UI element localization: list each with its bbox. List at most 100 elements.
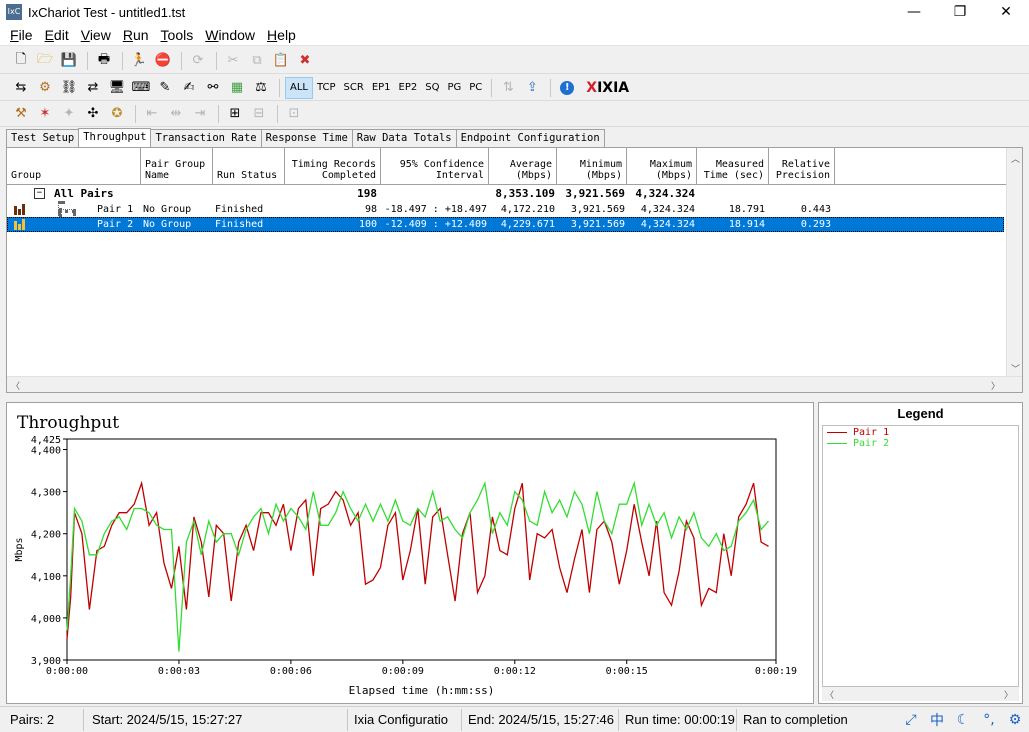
tab-throughput[interactable]: Throughput xyxy=(78,128,152,147)
open-folder-icon[interactable]: 🗁 xyxy=(34,50,56,72)
menu-view[interactable]: View xyxy=(75,27,117,43)
export-icon[interactable]: ⇪ xyxy=(521,77,543,99)
tab-response-time[interactable]: Response Time xyxy=(260,129,353,147)
ime-settings-icon[interactable]: ⚙ xyxy=(1005,712,1025,728)
script-editor-icon[interactable]: ✍ xyxy=(178,77,200,99)
legend-item[interactable]: Pair 2 xyxy=(827,438,889,449)
view-pg-button[interactable]: PG xyxy=(443,77,465,99)
status-end: End: 2024/5/15, 15:27:46 xyxy=(462,708,619,731)
minimize-button[interactable]: — xyxy=(891,0,937,24)
menu-window[interactable]: Window xyxy=(199,27,261,43)
add-pair-icon[interactable]: ⇆ xyxy=(10,77,32,99)
menu-help[interactable]: Help xyxy=(261,27,302,43)
view-scr-button[interactable]: SCR xyxy=(340,77,368,99)
collapse-icon[interactable]: − xyxy=(34,188,45,199)
table-row[interactable]: Pair 2 No Group Finished 100 -12.409 : +12.4… xyxy=(7,217,1004,232)
menu-file[interactable]: File xyxy=(4,27,39,43)
paste-icon[interactable]: 📋 xyxy=(270,50,292,72)
status-pairs: Pairs: 2 xyxy=(0,708,84,731)
print-icon[interactable]: 🖶 xyxy=(93,50,115,72)
punctuation-icon[interactable]: °, xyxy=(979,712,999,728)
group-settings-icon[interactable]: ✪ xyxy=(106,103,128,125)
summary-average: 8,353.109 xyxy=(495,187,555,200)
column-header[interactable]: Timing Records Completed xyxy=(285,148,381,184)
new-file-icon[interactable]: 🗋 xyxy=(10,50,32,72)
legend-horizontal-scrollbar[interactable]: 〈 〉 xyxy=(822,687,1019,701)
stop-icon[interactable]: ⛔ xyxy=(152,50,174,72)
menu-run[interactable]: Run xyxy=(117,27,155,43)
ungroup-icon[interactable]: ✶ xyxy=(34,103,56,125)
column-header[interactable]: Pair Group Name xyxy=(141,148,213,184)
cell-average: 4,172.210 xyxy=(500,204,555,215)
panel-splitter[interactable] xyxy=(0,395,1029,401)
expand-icon[interactable]: ⤢ xyxy=(901,712,921,728)
view-pc-button[interactable]: PC xyxy=(465,77,486,99)
collapse-group-icon[interactable]: ✣ xyxy=(82,103,104,125)
tab-test-setup[interactable]: Test Setup xyxy=(6,129,80,147)
layout-icon[interactable]: ⊞ xyxy=(224,103,246,125)
column-header-label: Minimum (Mbps) xyxy=(579,159,622,181)
network-pair-icon[interactable]: ⇄ xyxy=(82,77,104,99)
refresh-icon[interactable]: ⟳ xyxy=(187,50,209,72)
save-icon[interactable]: 💾 xyxy=(58,50,80,72)
cell-status: Finished xyxy=(215,204,264,215)
delete-icon[interactable]: ✖ xyxy=(294,50,316,72)
legend-item[interactable]: Pair 1 xyxy=(827,427,889,438)
tab-transaction-rate[interactable]: Transaction Rate xyxy=(150,129,262,147)
toolbar-separator xyxy=(218,104,219,123)
edit-script-icon[interactable]: ✎ xyxy=(154,77,176,99)
grid-vertical-scrollbar[interactable]: ︿ ﹀ xyxy=(1006,148,1022,377)
column-header[interactable]: Relative Precision xyxy=(769,148,835,184)
endpoint-icon[interactable]: 🖥 xyxy=(106,77,128,99)
maximize-button[interactable]: ❐ xyxy=(937,0,983,24)
column-header-label: Measured Time (sec) xyxy=(703,159,764,181)
view-ep1-button[interactable]: EP1 xyxy=(368,77,395,99)
filter-icon[interactable]: ▦ xyxy=(226,77,248,99)
sort-icon[interactable]: ⇅ xyxy=(497,77,519,99)
view-tcp-button[interactable]: TCP xyxy=(313,77,340,99)
column-header[interactable]: Run Status xyxy=(213,148,285,184)
add-multicast-icon[interactable]: ⚙ xyxy=(34,77,56,99)
info-icon[interactable]: ! xyxy=(556,77,578,99)
cell-maximum: 4,324.324 xyxy=(640,204,695,215)
column-header[interactable]: Minimum (Mbps) xyxy=(557,148,627,184)
expand-group-icon[interactable]: ✦ xyxy=(58,103,80,125)
column-header[interactable]: Group xyxy=(7,148,141,184)
report-icon[interactable]: ⊡ xyxy=(283,103,305,125)
cut-icon[interactable]: ✂ xyxy=(222,50,244,72)
close-button[interactable]: ✕ xyxy=(983,0,1029,24)
cell-average: 4,229.671 xyxy=(500,219,555,230)
qos-icon[interactable]: ⚖ xyxy=(250,77,272,99)
align-center-icon[interactable]: ⇹ xyxy=(165,103,187,125)
view-all-button[interactable]: ALL xyxy=(285,76,313,99)
menu-tools[interactable]: Tools xyxy=(155,27,200,43)
view-sq-button[interactable]: SQ xyxy=(421,77,443,99)
align-right-icon[interactable]: ⇥ xyxy=(189,103,211,125)
legend-swatch xyxy=(827,432,847,433)
grid-horizontal-scrollbar[interactable]: 〈 〉 xyxy=(7,376,1022,392)
column-header[interactable]: Measured Time (sec) xyxy=(697,148,769,184)
status-bar: Pairs: 2 Start: 2024/5/15, 15:27:27 Ixia… xyxy=(0,706,1029,732)
layout-alt-icon[interactable]: ⊟ xyxy=(248,103,270,125)
group-pairs-icon[interactable]: ⚒ xyxy=(10,103,32,125)
title-bar: IxC IxChariot Test - untitled1.tst — ❐ ✕ xyxy=(0,0,1029,24)
legend-label: Pair 1 xyxy=(853,427,890,438)
summary-row[interactable]: − All Pairs 198 8,353.109 3,921.569 4,32… xyxy=(7,186,1004,201)
edit-pair-icon[interactable]: ⛓ xyxy=(58,77,80,99)
column-header[interactable]: Maximum (Mbps) xyxy=(627,148,697,184)
copy-icon[interactable]: ⧉ xyxy=(246,50,268,72)
results-tabs: Test Setup Throughput Transaction Rate Resp… xyxy=(6,128,605,147)
align-left-icon[interactable]: ⇤ xyxy=(141,103,163,125)
column-header[interactable]: Average (Mbps) xyxy=(489,148,557,184)
swap-endpoints-icon[interactable]: ⚯ xyxy=(202,77,224,99)
menu-edit[interactable]: Edit xyxy=(39,27,75,43)
moon-icon[interactable]: ☾ xyxy=(953,712,973,728)
column-header[interactable]: 95% Confidence Interval xyxy=(381,148,489,184)
tab-endpoint-configuration[interactable]: Endpoint Configuration xyxy=(455,129,605,147)
run-icon[interactable]: 🏃 xyxy=(128,50,150,72)
view-ep2-button[interactable]: EP2 xyxy=(395,77,422,99)
tab-raw-data-totals[interactable]: Raw Data Totals xyxy=(351,129,457,147)
ime-chinese-icon[interactable]: 中 xyxy=(927,710,947,730)
script-icon[interactable]: ⌨ xyxy=(130,77,152,99)
table-row[interactable]: Pair 1 No Group Finished 98 -18.497 : +18.49… xyxy=(7,202,1004,217)
